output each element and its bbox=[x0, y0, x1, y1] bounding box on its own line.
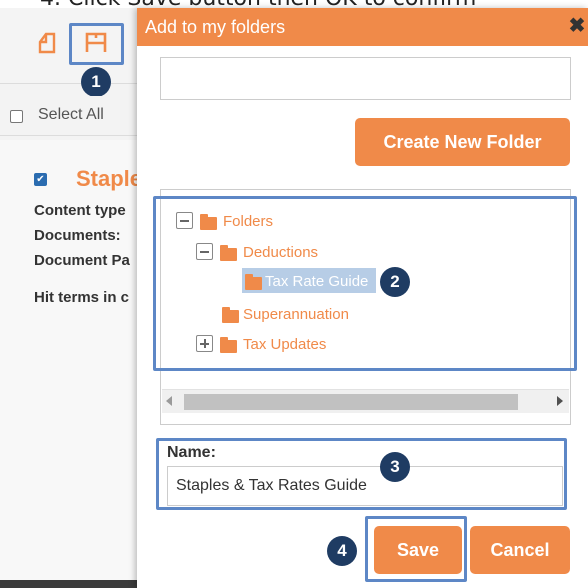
step-badge-3: 3 bbox=[380, 452, 410, 482]
highlight-save-icon bbox=[69, 23, 124, 65]
bottom-bar bbox=[0, 580, 140, 588]
scrollbar-thumb[interactable] bbox=[184, 394, 518, 410]
meta-hit-terms: Hit terms in c bbox=[34, 289, 130, 306]
close-icon[interactable]: ✖ bbox=[568, 16, 586, 36]
step-badge-4: 4 bbox=[327, 536, 357, 566]
meta-document-path: Document Pa bbox=[34, 252, 130, 269]
meta-content-type: Content type bbox=[34, 202, 126, 219]
create-new-folder-button[interactable]: Create New Folder bbox=[355, 118, 570, 166]
folder-search-input[interactable] bbox=[160, 57, 571, 100]
cancel-button[interactable]: Cancel bbox=[470, 526, 570, 574]
step-badge-1: 1 bbox=[81, 67, 111, 97]
highlight-folder-tree bbox=[153, 196, 577, 371]
step-badge-2: 2 bbox=[380, 267, 410, 297]
export-icon[interactable] bbox=[34, 30, 60, 56]
result-title[interactable]: Staple bbox=[76, 166, 142, 192]
highlight-save-button bbox=[365, 516, 467, 582]
instruction-caption-text: 4. Click Save button then OK to confirm bbox=[40, 0, 476, 8]
highlight-name-field bbox=[156, 438, 567, 510]
result-checkbox[interactable]: ✔ bbox=[34, 173, 47, 186]
select-all-label: Select All bbox=[38, 106, 104, 123]
horizontal-scrollbar[interactable] bbox=[162, 389, 569, 413]
meta-documents: Documents: bbox=[34, 227, 121, 244]
scroll-left-arrow-icon[interactable] bbox=[166, 396, 172, 406]
select-all-checkbox[interactable] bbox=[10, 110, 23, 123]
scroll-right-arrow-icon[interactable] bbox=[557, 396, 563, 406]
dialog-header: Add to my folders ✖ bbox=[137, 8, 588, 46]
dialog-title: Add to my folders bbox=[145, 17, 286, 37]
instruction-caption: 4. Click Save button then OK to confirm bbox=[0, 0, 588, 8]
